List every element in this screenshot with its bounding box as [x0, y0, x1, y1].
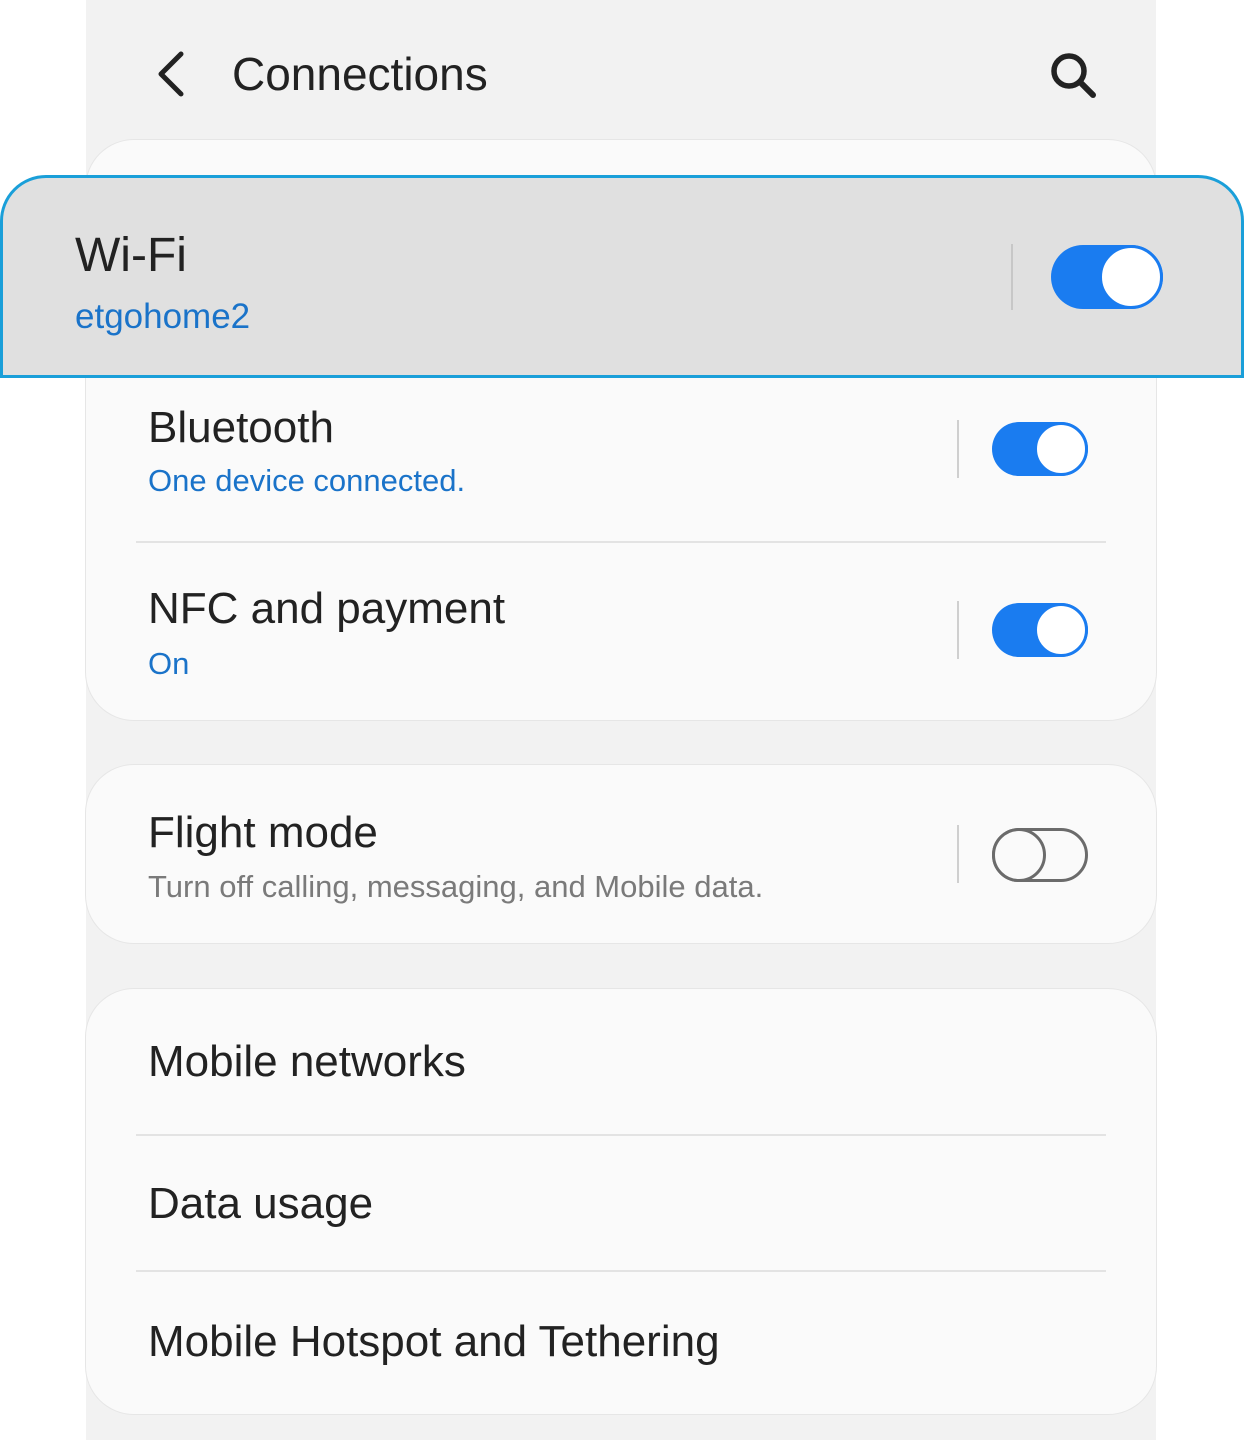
search-icon [1051, 53, 1096, 98]
flight-mode-row[interactable]: Flight mode Turn off calling, messaging,… [86, 765, 1156, 943]
chevron-left-icon [158, 51, 184, 97]
row-separator [1011, 244, 1013, 310]
list-item-label: Mobile Hotspot and Tethering [148, 1317, 720, 1366]
toggle-knob [1034, 603, 1088, 657]
flight-mode-title: Flight mode [148, 808, 378, 857]
list-item-data-usage[interactable]: Data usage [86, 1136, 1156, 1270]
flight-mode-toggle[interactable] [992, 828, 1088, 882]
toggle-knob [1034, 422, 1088, 476]
toggle-knob [1099, 245, 1163, 309]
bluetooth-status: One device connected. [148, 463, 466, 498]
wifi-title: Wi-Fi [75, 229, 187, 282]
wifi-row[interactable]: Wi-Fi etgohome2 [0, 175, 1244, 378]
nfc-toggle[interactable] [992, 603, 1088, 657]
nfc-row[interactable]: NFC and payment On [86, 543, 1156, 720]
flight-mode-card: Flight mode Turn off calling, messaging,… [86, 765, 1156, 943]
flight-mode-description: Turn off calling, messaging, and Mobile … [148, 869, 764, 904]
nfc-title: NFC and payment [148, 584, 506, 633]
app-bar: Connections [86, 0, 1156, 150]
nfc-status: On [148, 646, 190, 681]
more-settings-card: Mobile networks Data usage Mobile Hotspo… [86, 989, 1156, 1414]
search-button[interactable] [1046, 48, 1100, 102]
page-title: Connections [232, 48, 488, 100]
back-button[interactable] [146, 48, 194, 100]
bluetooth-row[interactable]: Bluetooth One device connected. [86, 380, 1156, 540]
list-item-mobile-networks[interactable]: Mobile networks [86, 989, 1156, 1134]
list-item-hotspot-tethering[interactable]: Mobile Hotspot and Tethering [86, 1272, 1156, 1414]
toggle-knob [992, 828, 1046, 882]
row-separator [957, 601, 959, 659]
row-separator [957, 420, 959, 478]
bluetooth-toggle[interactable] [992, 422, 1088, 476]
row-separator [957, 825, 959, 883]
list-item-label: Mobile networks [148, 1037, 466, 1086]
bluetooth-title: Bluetooth [148, 403, 334, 452]
wifi-toggle[interactable] [1051, 245, 1163, 309]
list-item-label: Data usage [148, 1179, 374, 1228]
wifi-network-name: etgohome2 [75, 297, 251, 336]
